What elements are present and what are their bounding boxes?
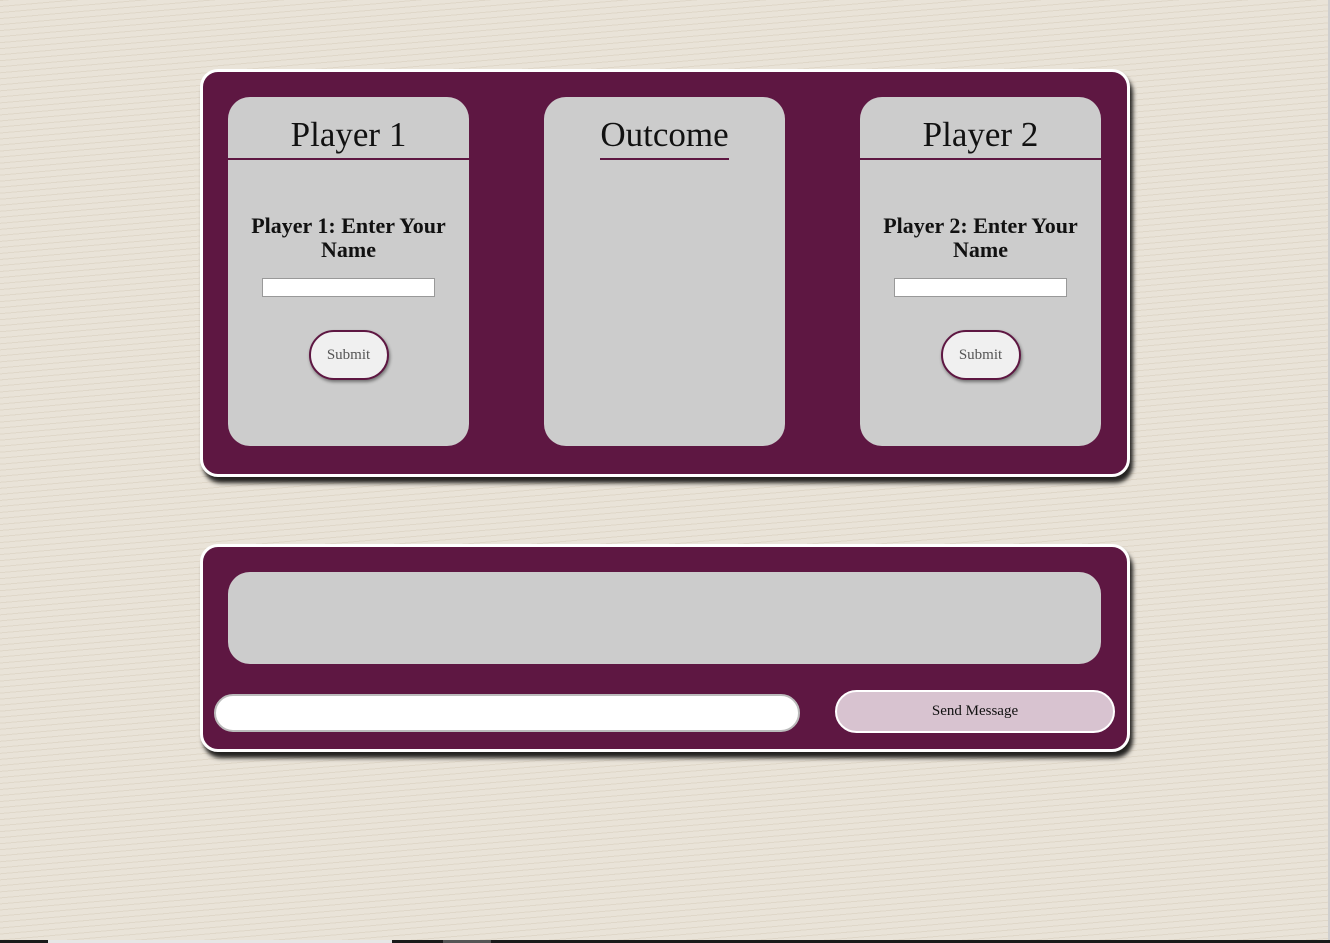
game-panel: Player 1 Player 1: Enter Your Name Submi… <box>200 69 1130 477</box>
player2-submit-button[interactable]: Submit <box>940 330 1021 380</box>
player2-card: Player 2 Player 2: Enter Your Name Submi… <box>860 97 1101 446</box>
send-message-button[interactable]: Send Message <box>835 690 1115 733</box>
player1-name-prompt: Player 1: Enter Your Name <box>251 213 446 262</box>
chat-message-display <box>228 572 1101 664</box>
player2-title: Player 2 <box>860 97 1101 160</box>
player1-name-input[interactable] <box>262 278 435 297</box>
outcome-card: Outcome <box>544 97 785 446</box>
chat-panel: Send Message <box>200 544 1130 752</box>
chat-message-input[interactable] <box>214 694 800 732</box>
player1-submit-button[interactable]: Submit <box>308 330 389 380</box>
player1-title: Player 1 <box>228 97 469 160</box>
outcome-title: Outcome <box>600 97 729 160</box>
player1-card: Player 1 Player 1: Enter Your Name Submi… <box>228 97 469 446</box>
player2-name-prompt: Player 2: Enter Your Name <box>883 213 1078 262</box>
player2-name-input[interactable] <box>894 278 1067 297</box>
